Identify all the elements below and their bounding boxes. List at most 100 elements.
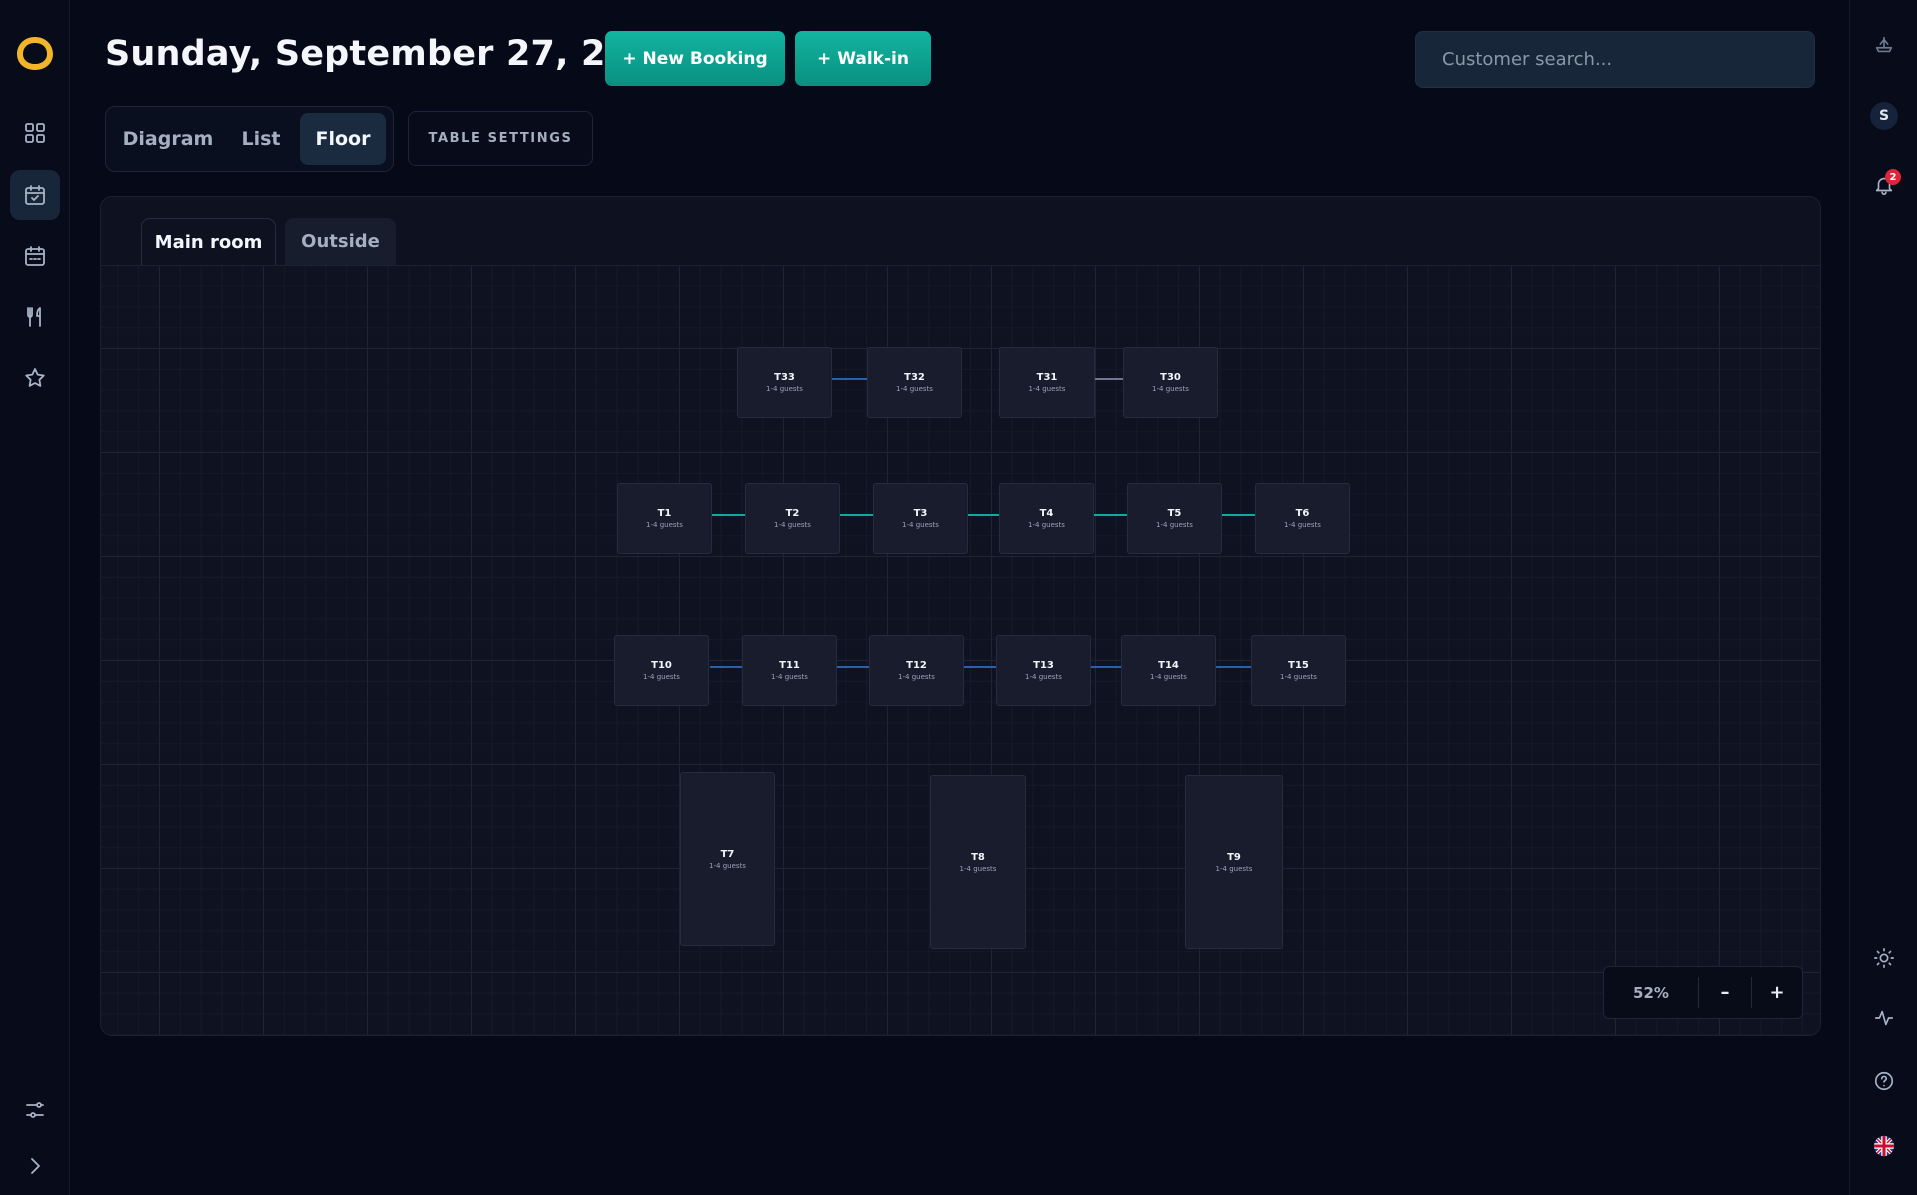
table-capacity: 1-4 guests	[1028, 385, 1066, 393]
star-icon	[25, 368, 45, 387]
table-link	[832, 378, 869, 380]
sidebar-item-favorites[interactable]	[10, 353, 60, 403]
table-name: T33	[774, 372, 795, 383]
table-T7[interactable]: T7 1-4 guests	[680, 772, 775, 946]
table-capacity: 1-4 guests	[1280, 673, 1317, 681]
venue-button[interactable]	[1867, 28, 1901, 62]
uk-flag-icon	[1873, 1135, 1895, 1157]
sidebar-item-dashboard[interactable]	[10, 108, 60, 158]
table-capacity: 1-4 guests	[643, 673, 680, 681]
dashboard-icon	[25, 123, 45, 143]
customer-search	[1415, 31, 1815, 88]
table-T12[interactable]: T12 1-4 guests	[869, 635, 964, 706]
walk-in-button[interactable]: + Walk-in	[795, 31, 931, 86]
activity-icon	[1874, 1010, 1894, 1026]
table-link	[710, 666, 742, 668]
tab-list[interactable]: List	[224, 113, 298, 165]
table-T9[interactable]: T9 1-4 guests	[1185, 775, 1283, 949]
table-name: T10	[651, 660, 672, 671]
tab-main-room[interactable]: Main room	[141, 218, 276, 266]
right-rail: S 2	[1849, 0, 1917, 1195]
table-link	[1094, 514, 1127, 516]
table-capacity: 1-4 guests	[898, 673, 935, 681]
table-name: T30	[1160, 372, 1181, 383]
table-T13[interactable]: T13 1-4 guests	[996, 635, 1091, 706]
user-menu-button[interactable]: S	[1867, 99, 1901, 133]
tab-outside[interactable]: Outside	[285, 218, 396, 265]
theme-toggle-button[interactable]	[1867, 941, 1901, 975]
activity-button[interactable]	[1867, 1001, 1901, 1035]
table-name: T11	[779, 660, 800, 671]
table-T2[interactable]: T2 1-4 guests	[745, 483, 840, 554]
help-icon	[1874, 1071, 1894, 1091]
table-capacity: 1-4 guests	[709, 861, 746, 870]
sun-icon	[1874, 948, 1894, 968]
table-capacity: 1-4 guests	[771, 673, 808, 681]
tab-diagram[interactable]: Diagram	[114, 113, 222, 165]
avatar: S	[1870, 102, 1898, 130]
table-capacity: 1-4 guests	[1025, 673, 1062, 681]
sidebar-item-menu[interactable]	[10, 292, 60, 342]
table-name: T32	[904, 372, 925, 383]
divider	[1698, 977, 1699, 1008]
table-T4[interactable]: T4 1-4 guests	[999, 483, 1094, 554]
table-link	[1222, 514, 1256, 516]
notification-count-badge: 2	[1885, 169, 1901, 185]
table-T5[interactable]: T5 1-4 guests	[1127, 483, 1222, 554]
table-T1[interactable]: T1 1-4 guests	[617, 483, 712, 554]
view-switcher: Diagram List Floor	[105, 106, 394, 172]
table-capacity: 1-4 guests	[896, 385, 933, 393]
language-button[interactable]	[1867, 1129, 1901, 1163]
floor-canvas[interactable]: T33 1-4 guests T32 1-4 guests T31 1-4 gu…	[101, 265, 1820, 1035]
table-T3[interactable]: T3 1-4 guests	[873, 483, 968, 554]
sidebar-item-calendar[interactable]	[10, 231, 60, 281]
table-name: T12	[906, 660, 927, 671]
table-name: T4	[1039, 508, 1054, 519]
zoom-level: 52%	[1633, 983, 1669, 1002]
sidebar-expand-button[interactable]	[10, 1141, 60, 1191]
page-title: Sunday, September 27, 2026	[105, 34, 680, 74]
table-link	[1216, 666, 1251, 668]
zoom-out-button[interactable]: –	[1700, 967, 1750, 1018]
table-T8[interactable]: T8 1-4 guests	[930, 775, 1026, 949]
table-name: T6	[1295, 508, 1310, 519]
table-T11[interactable]: T11 1-4 guests	[742, 635, 837, 706]
sidebar-item-filters[interactable]	[10, 1085, 60, 1135]
zoom-control: 52% – +	[1603, 966, 1803, 1019]
table-capacity: 1-4 guests	[1215, 864, 1253, 873]
table-name: T9	[1227, 851, 1241, 863]
table-link	[967, 514, 999, 516]
chevron-right-icon	[31, 1158, 40, 1174]
table-settings-button[interactable]: TABLE SETTINGS	[408, 111, 593, 166]
table-link	[840, 514, 874, 516]
sliders-icon	[26, 1102, 44, 1118]
table-capacity: 1-4 guests	[774, 521, 811, 529]
table-name: T2	[785, 508, 800, 519]
table-T15[interactable]: T15 1-4 guests	[1251, 635, 1346, 706]
new-booking-button[interactable]: + New Booking	[605, 31, 785, 86]
table-link	[1091, 666, 1122, 668]
calendar-icon	[25, 246, 45, 266]
table-name: T15	[1288, 660, 1309, 671]
table-T30[interactable]: T30 1-4 guests	[1123, 347, 1218, 418]
table-capacity: 1-4 guests	[1152, 385, 1189, 393]
table-T6[interactable]: T6 1-4 guests	[1255, 483, 1350, 554]
table-T10[interactable]: T10 1-4 guests	[614, 635, 709, 706]
calendar-check-icon	[25, 185, 45, 205]
floor-panel: Main room Outside T33 1-4 guests T32 1-4…	[100, 196, 1821, 1036]
help-button[interactable]	[1867, 1064, 1901, 1098]
app-logo-icon[interactable]	[15, 33, 53, 71]
table-T31[interactable]: T31 1-4 guests	[999, 347, 1095, 418]
table-T33[interactable]: T33 1-4 guests	[737, 347, 832, 418]
tab-floor[interactable]: Floor	[300, 113, 386, 165]
table-T32[interactable]: T32 1-4 guests	[867, 347, 962, 418]
table-name: T13	[1033, 660, 1054, 671]
notifications-button[interactable]: 2	[1867, 168, 1901, 202]
table-name: T1	[657, 508, 672, 519]
customer-search-input[interactable]	[1440, 48, 1790, 71]
table-capacity: 1-4 guests	[1156, 521, 1193, 529]
left-sidebar	[0, 0, 70, 1195]
sidebar-item-bookings[interactable]	[10, 170, 60, 220]
zoom-in-button[interactable]: +	[1752, 967, 1802, 1018]
table-T14[interactable]: T14 1-4 guests	[1121, 635, 1216, 706]
